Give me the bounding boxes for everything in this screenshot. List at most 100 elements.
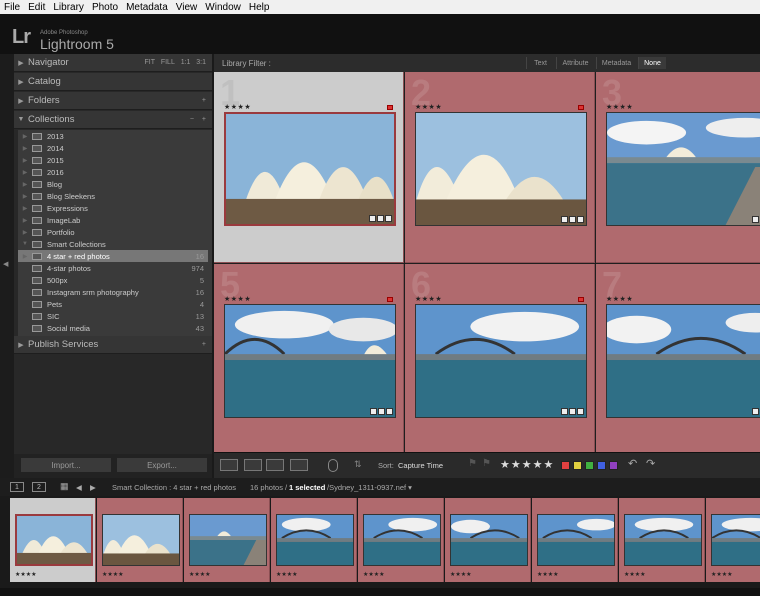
back-arrow-icon[interactable]: ◀ (76, 483, 82, 492)
photo-thumbnail[interactable] (606, 304, 760, 418)
left-panel-toggle[interactable]: ◀ (0, 54, 14, 478)
star-rating[interactable]: ★★★★ (415, 103, 442, 111)
filter-tab-attribute[interactable]: Attribute (556, 57, 594, 69)
filmstrip-cell[interactable]: ★★★★ (97, 498, 183, 582)
zoom-fill[interactable]: FILL (161, 59, 175, 66)
color-label-purple[interactable] (609, 461, 618, 470)
grid-cell[interactable]: 5 ★★★★ (214, 264, 404, 452)
star-rating[interactable]: ★★★★ (415, 295, 442, 303)
filter-tab-text[interactable]: Text (526, 57, 554, 69)
filmstrip-cell-selected[interactable]: ★★★★ (10, 498, 96, 582)
photo-thumbnail[interactable] (224, 112, 396, 226)
filmstrip-thumbnail[interactable] (363, 514, 441, 566)
menu-edit[interactable]: Edit (24, 2, 49, 13)
forward-arrow-icon[interactable]: ▶ (90, 483, 96, 492)
compare-view-button[interactable] (266, 459, 284, 471)
filmstrip-thumbnail[interactable] (537, 514, 615, 566)
collection-item[interactable]: Instagram srm photography 16 (18, 286, 208, 298)
collection-item[interactable]: 500px 5 (18, 274, 208, 286)
photo-thumbnail[interactable] (606, 112, 760, 226)
current-filename[interactable]: /Sydney_1311-0937.nef ▾ (327, 483, 412, 492)
sort-direction-icon[interactable]: ⇅ (354, 459, 372, 472)
menu-window[interactable]: Window (201, 2, 245, 13)
menu-library[interactable]: Library (49, 2, 88, 13)
photo-thumbnail[interactable] (415, 304, 587, 418)
remove-collection-button[interactable]: − (190, 116, 194, 123)
folders-header[interactable]: ▶ Folders + (14, 92, 212, 110)
color-label-yellow[interactable] (573, 461, 582, 470)
rotate-left-icon[interactable]: ↶ (628, 457, 642, 470)
collection-item[interactable]: ▼ Smart Collections (18, 238, 208, 250)
sort-select[interactable]: Capture Time (398, 461, 443, 474)
filmstrip-cell[interactable]: ★★★★ (532, 498, 618, 582)
add-publish-service-button[interactable]: + (202, 341, 206, 348)
navigator-header[interactable]: ▶ Navigator FIT FILL 1:1 3:1 (14, 54, 212, 72)
add-collection-button[interactable]: + (202, 116, 206, 123)
collection-item[interactable]: ▶ Portfolio (18, 226, 208, 238)
zoom-1-1[interactable]: 1:1 (181, 59, 191, 66)
photo-thumbnail[interactable] (224, 304, 396, 418)
color-label-green[interactable] (585, 461, 594, 470)
filmstrip-thumbnail[interactable] (15, 514, 93, 566)
star-rating[interactable]: ★★★★ (606, 295, 633, 303)
collection-item[interactable]: Social media 43 (18, 322, 208, 334)
collection-item[interactable]: ▶ Blog (18, 178, 208, 190)
collection-item[interactable]: Pets 4 (18, 298, 208, 310)
collection-item[interactable]: ▶ 2015 (18, 154, 208, 166)
collection-item[interactable]: ▶ 2014 (18, 142, 208, 154)
collection-item[interactable]: 4-star photos 974 (18, 262, 208, 274)
filmstrip-thumbnail[interactable] (450, 514, 528, 566)
rotate-right-icon[interactable]: ↷ (646, 457, 660, 470)
menu-photo[interactable]: Photo (88, 2, 122, 13)
star-rating[interactable]: ★★★★ (224, 103, 251, 111)
collection-item[interactable]: ▶ 2016 (18, 166, 208, 178)
menu-metadata[interactable]: Metadata (122, 2, 172, 13)
collections-header[interactable]: ▼ Collections − + (14, 111, 212, 129)
filmstrip-cell[interactable]: ★★★★ (271, 498, 357, 582)
painter-icon[interactable] (328, 459, 338, 472)
filmstrip-cell[interactable]: ★★★★ (184, 498, 270, 582)
color-label-red[interactable] (561, 461, 570, 470)
import-button[interactable]: Import... (20, 457, 112, 473)
secondary-window-button[interactable]: 2 (32, 482, 46, 492)
publish-services-header[interactable]: ▶ Publish Services + (14, 336, 212, 354)
flag-pick-icon[interactable]: ⚑ (468, 458, 480, 471)
export-button[interactable]: Export... (116, 457, 208, 473)
menu-help[interactable]: Help (245, 2, 274, 13)
filter-tab-metadata[interactable]: Metadata (596, 57, 636, 69)
star-rating[interactable]: ★★★★ (224, 295, 251, 303)
grid-cell[interactable]: 2 ★★★★ (405, 72, 595, 263)
filmstrip-thumbnail[interactable] (624, 514, 702, 566)
collection-item[interactable]: ▶ Expressions (18, 202, 208, 214)
zoom-fit[interactable]: FIT (144, 59, 155, 66)
collection-item[interactable]: ▶ 2013 (18, 130, 208, 142)
menu-view[interactable]: View (172, 2, 202, 13)
star-rating[interactable]: ★★★★ (606, 103, 633, 111)
loupe-view-button[interactable] (244, 459, 262, 471)
filmstrip-cell[interactable]: ★★★★ (706, 498, 760, 582)
filmstrip-source[interactable]: Smart Collection : 4 star + red photos (112, 483, 236, 492)
filmstrip-cell[interactable]: ★★★★ (619, 498, 705, 582)
filmstrip-cell[interactable]: ★★★★ (358, 498, 444, 582)
catalog-header[interactable]: ▶ Catalog (14, 73, 212, 91)
add-folder-button[interactable]: + (202, 97, 206, 104)
filmstrip-cell[interactable]: ★★★★ (445, 498, 531, 582)
grid-cell-selected[interactable]: 1 ★★★★ (214, 72, 404, 263)
survey-view-button[interactable] (290, 459, 308, 471)
collection-item[interactable]: SIC 13 (18, 310, 208, 322)
primary-window-button[interactable]: 1 (10, 482, 24, 492)
filmstrip-thumbnail[interactable] (102, 514, 180, 566)
collection-item-selected[interactable]: ▶ 4 star + red photos 16 (18, 250, 208, 262)
menu-file[interactable]: File (0, 2, 24, 13)
zoom-3-1[interactable]: 3:1 (196, 59, 206, 66)
grid-view-button[interactable] (220, 459, 238, 471)
filmstrip-thumbnail[interactable] (189, 514, 267, 566)
rating-stars[interactable]: ★★★★★ (500, 458, 554, 471)
grid-cell[interactable]: 7 ★★★★ (596, 264, 760, 452)
collection-item[interactable]: ▶ ImageLab (18, 214, 208, 226)
grid-cell[interactable]: 6 ★★★★ (405, 264, 595, 452)
filmstrip-thumbnail[interactable] (276, 514, 354, 566)
collection-item[interactable]: ▶ Blog Sleekens (18, 190, 208, 202)
photo-thumbnail[interactable] (415, 112, 587, 226)
filmstrip-thumbnail[interactable] (711, 514, 760, 566)
